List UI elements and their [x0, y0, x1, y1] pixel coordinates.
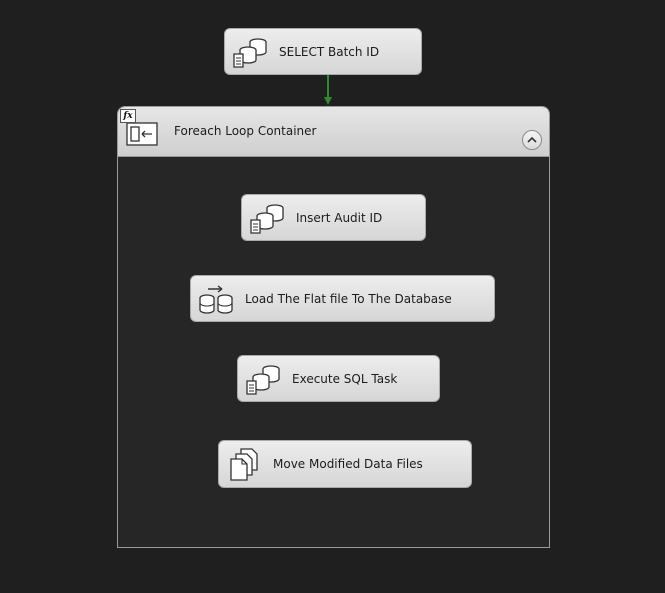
data-flow-icon	[199, 284, 233, 314]
execute-sql-icon	[246, 364, 280, 395]
task-execute-sql[interactable]: Execute SQL Task	[237, 355, 440, 402]
file-system-icon	[230, 448, 258, 481]
expression-fx-icon: fx	[120, 109, 136, 123]
collapse-button[interactable]	[522, 130, 542, 150]
container-title: Foreach Loop Container	[174, 124, 317, 138]
task-insert-audit-id[interactable]: Insert Audit ID	[241, 194, 426, 241]
execute-sql-icon	[250, 203, 284, 234]
chevron-up-icon	[527, 136, 537, 143]
task-select-batch-id[interactable]: SELECT Batch ID	[224, 28, 422, 75]
execute-sql-icon	[233, 37, 267, 68]
task-load-flat-file[interactable]: Load The Flat file To The Database	[190, 275, 495, 322]
task-move-modified-files[interactable]: Move Modified Data Files	[218, 440, 472, 488]
container-header[interactable]: fx Foreach Loop Container	[118, 107, 549, 157]
task-label: Move Modified Data Files	[273, 457, 423, 471]
task-label: Execute SQL Task	[292, 371, 398, 386]
task-label: Insert Audit ID	[296, 210, 383, 225]
task-label: SELECT Batch ID	[279, 44, 380, 59]
task-label: Load The Flat file To The Database	[245, 291, 452, 306]
